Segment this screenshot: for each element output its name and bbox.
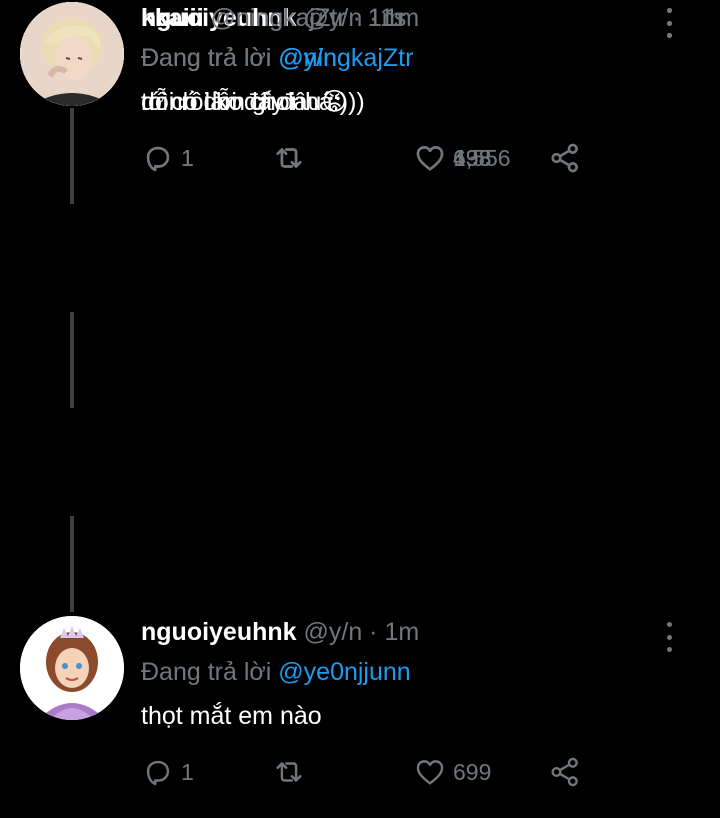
reply-icon (146, 760, 170, 786)
display-name[interactable]: nguoiyeuhnk (141, 618, 297, 646)
reply-count: 1 (181, 758, 194, 785)
share-icon (551, 143, 578, 173)
tweet-actions: 1 699 (0, 752, 720, 792)
tweet-header: kkaiii @ningkajZtr · 11s (141, 0, 650, 36)
princess-avatar-icon (20, 616, 124, 720)
heart-icon (416, 146, 444, 171)
replying-to: Đang trả lời @y/n (141, 40, 650, 76)
reply-button[interactable] (141, 138, 181, 178)
retweet-button[interactable] (272, 752, 312, 792)
handle-and-time: @ningkajZtr · 11s (203, 4, 407, 32)
more-options-icon[interactable] (662, 8, 676, 38)
thread-line (70, 516, 74, 612)
like-count: 699 (453, 758, 492, 785)
replying-to: Đang trả lời @ye0njjunn (141, 654, 650, 690)
replying-to-mention[interactable]: @y/n (278, 44, 337, 72)
thread-line (70, 312, 74, 408)
replying-prefix: Đang trả lời (141, 44, 279, 72)
avatar[interactable] (20, 616, 124, 720)
tweet-actions: 638 (0, 138, 720, 178)
tweet-text: dỗi rồi ko choi (141, 88, 296, 116)
display-name[interactable]: kkaiii (141, 4, 204, 32)
tweet-header: nguoiyeuhnk @y/n · 1m (141, 614, 650, 650)
retweet-button[interactable] (272, 138, 312, 178)
reply-button[interactable]: 1 (141, 752, 194, 792)
retweet-icon (276, 762, 302, 782)
replying-prefix: Đang trả lời (141, 658, 279, 686)
blond-person-avatar-icon (20, 2, 124, 106)
replying-to-mention[interactable]: @ye0njjunn (278, 658, 410, 686)
more-options-icon[interactable] (662, 622, 676, 652)
share-button[interactable] (548, 752, 582, 792)
like-count: 638 (453, 144, 492, 171)
share-button[interactable] (548, 138, 582, 178)
heart-icon (416, 760, 444, 785)
share-icon (551, 757, 578, 787)
like-button[interactable]: 699 (413, 752, 491, 792)
tweet-text: thọt mắt em nào (141, 702, 322, 730)
reply-icon (146, 146, 170, 172)
retweet-icon (276, 148, 302, 168)
avatar[interactable] (20, 2, 124, 106)
tweet[interactable]: kkaiii @ningkajZtr · 11s Đang trả lời @y… (0, 0, 720, 204)
handle-and-time: @y/n · 1m (296, 618, 420, 646)
like-button[interactable]: 638 (413, 138, 491, 178)
tweet[interactable]: nguoiyeuhnk @y/n · 1m Đang trả lời @ye0n… (0, 614, 720, 818)
